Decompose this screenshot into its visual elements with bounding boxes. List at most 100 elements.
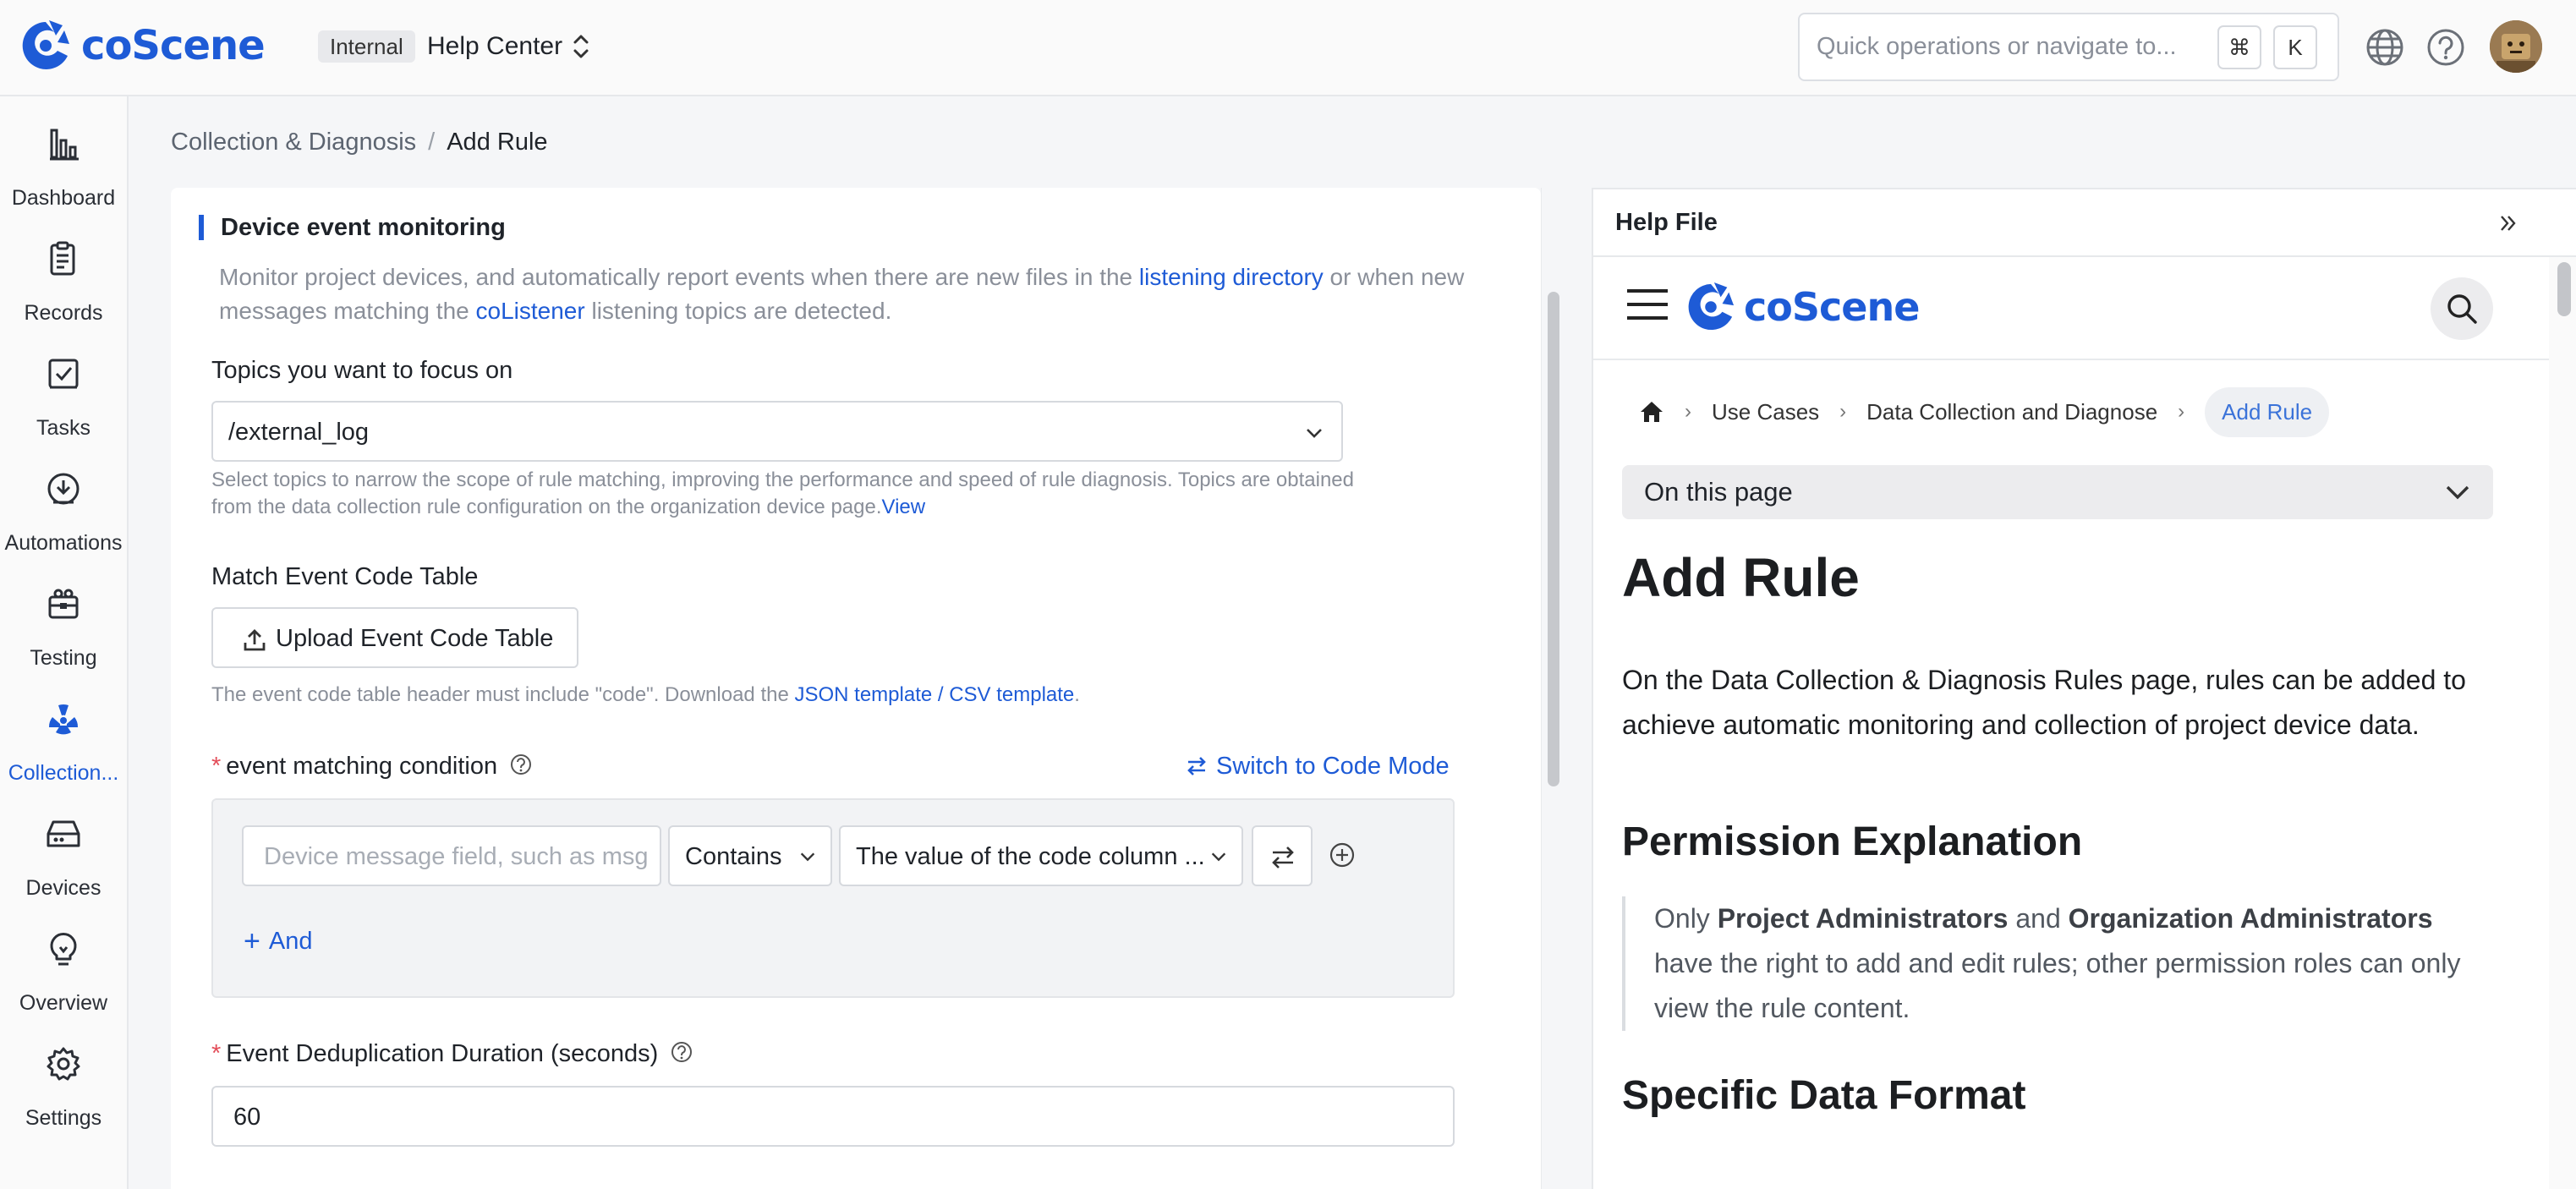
help-scrollbar[interactable] [2557,262,2571,316]
form-divider [1541,188,1542,1189]
sidebar-item-collection[interactable]: Collection... [0,692,127,793]
upload-button-label: Upload Event Code Table [276,625,554,652]
sidebar-item-testing[interactable]: Testing [0,577,127,678]
coscene-logo-icon [22,20,69,69]
chevron-right-icon: › [2178,400,2185,423]
chevron-right-icon: › [1839,400,1847,423]
sidebar-item-settings[interactable]: Settings [0,1037,127,1138]
sidebar-item-label: Settings [25,1106,102,1130]
help-search-button[interactable] [2431,277,2493,340]
chevron-right-icon: › [1685,400,1691,423]
sidebar-item-label: Records [24,301,103,325]
condition-label: * event matching condition [211,753,533,781]
operator-value: Contains [685,843,782,870]
chevron-down-icon [1304,423,1324,443]
help-breadcrumb: › Use Cases › Data Collection and Diagno… [1622,386,2330,438]
view-link[interactable]: View [882,496,926,518]
form-scrollbar[interactable] [1548,292,1559,786]
listening-directory-link[interactable]: listening directory [1139,264,1324,290]
org-name[interactable]: Help Center [427,30,562,63]
org-type-badge: Internal [318,30,415,63]
sidebar-item-records[interactable]: Records [0,232,127,333]
sidebar-item-label: Dashboard [11,186,116,210]
gear-icon [45,1045,82,1082]
topics-label: Topics you want to focus on [211,357,513,384]
breadcrumb-parent[interactable]: Collection & Diagnosis [171,129,416,156]
chevron-down-icon [798,847,817,866]
help-icon[interactable] [2425,27,2466,68]
sidebar-item-devices[interactable]: Devices [0,807,127,908]
shortcut-cmd-key: ⌘ [2217,25,2261,69]
sidebar-item-label: Collection... [8,761,119,785]
on-this-page-label: On this page [1644,477,1793,507]
help-brand-logo[interactable]: coScene [1686,281,1920,333]
dedup-duration-value: 60 [233,1104,261,1131]
message-field-input[interactable]: Device message field, such as msg [242,825,661,886]
collapse-panel-icon[interactable] [2497,211,2520,235]
org-switch-icon[interactable] [572,32,590,61]
hamburger-menu-icon[interactable] [1625,286,1669,323]
question-icon[interactable] [509,753,533,776]
dedup-duration-label: * Event Deduplication Duration (seconds) [211,1040,693,1068]
upload-icon [242,627,267,653]
shortcut-k-key: K [2273,25,2317,69]
help-crumb-use-cases[interactable]: Use Cases [1712,399,1819,425]
operator-select[interactable]: Contains [668,825,832,886]
switch-to-code-mode-button[interactable]: Switch to Code Mode [1186,753,1450,781]
testing-icon [45,585,82,622]
sidebar-nav: Dashboard Records Tasks Automations Test… [0,96,129,1189]
add-condition-icon[interactable] [1328,841,1357,869]
value-select[interactable]: The value of the code column ... [839,825,1243,886]
plus-icon: + [244,925,260,957]
topics-selected-value: /external_log [228,419,370,446]
message-field-placeholder: Device message field, such as msg [264,843,649,870]
help-crumb-current: Add Rule [2205,386,2330,437]
value-select-text: The value of the code column ... [856,843,1205,870]
bar-chart-icon [45,125,82,162]
help-panel-title: Help File [1615,209,1718,236]
add-and-condition-button[interactable]: + And [244,925,312,958]
help-crumb-data-collection[interactable]: Data Collection and Diagnose [1866,399,2157,425]
breadcrumb-separator: / [428,129,436,156]
user-avatar[interactable] [2490,20,2542,73]
quick-search-input[interactable]: Quick operations or navigate to... ⌘ K [1798,13,2339,81]
upload-code-table-button[interactable]: Upload Event Code Table [211,607,578,668]
search-placeholder: Quick operations or navigate to... [1817,33,2177,60]
topics-select[interactable]: /external_log [211,401,1343,462]
sidebar-item-overview[interactable]: Overview [0,922,127,1023]
question-icon[interactable] [670,1040,693,1064]
clipboard-icon [45,240,82,277]
sidebar-item-tasks[interactable]: Tasks [0,347,127,448]
condition-builder: Device message field, such as msg Contai… [211,798,1455,998]
colistener-link[interactable]: coListener [476,298,585,324]
home-icon[interactable] [1639,400,1664,424]
help-heading: Add Rule [1622,547,1860,608]
topics-hint: Select topics to narrow the scope of rul… [211,468,1354,518]
automation-icon [45,470,82,507]
on-this-page-toggle[interactable]: On this page [1622,465,2493,519]
permission-heading: Permission Explanation [1622,819,2083,864]
permission-note: Only Project Administrators and Organiza… [1622,896,2493,1031]
template-download-link[interactable]: JSON template / CSV template [794,683,1074,706]
bulb-icon [45,930,82,967]
brand-logo[interactable]: coScene [20,19,266,73]
coscene-logo-icon [1688,282,1735,331]
dedup-duration-input[interactable]: 60 [211,1086,1455,1147]
section-description: Monitor project devices, and automatical… [219,264,1465,324]
chevron-down-icon [1209,847,1228,866]
required-marker: * [211,1040,222,1067]
help-panel: Help File coScene › Use Cases › Data Col… [1592,188,2576,1189]
globe-icon[interactable] [2365,27,2405,68]
sidebar-item-label: Automations [4,531,123,555]
swap-icon [1186,755,1208,777]
radiation-icon [45,700,82,737]
sidebar-item-automations[interactable]: Automations [0,462,127,563]
swap-operands-button[interactable] [1252,825,1313,886]
breadcrumb-current: Add Rule [447,129,548,156]
code-table-hint: The event code table header must include… [211,683,1080,706]
sidebar-item-dashboard[interactable]: Dashboard [0,117,127,218]
swap-icon [1272,847,1294,868]
help-docs-navbar: coScene [1593,257,2549,360]
breadcrumb: Collection & Diagnosis / Add Rule [171,129,548,156]
help-panel-header: Help File [1593,189,2576,257]
